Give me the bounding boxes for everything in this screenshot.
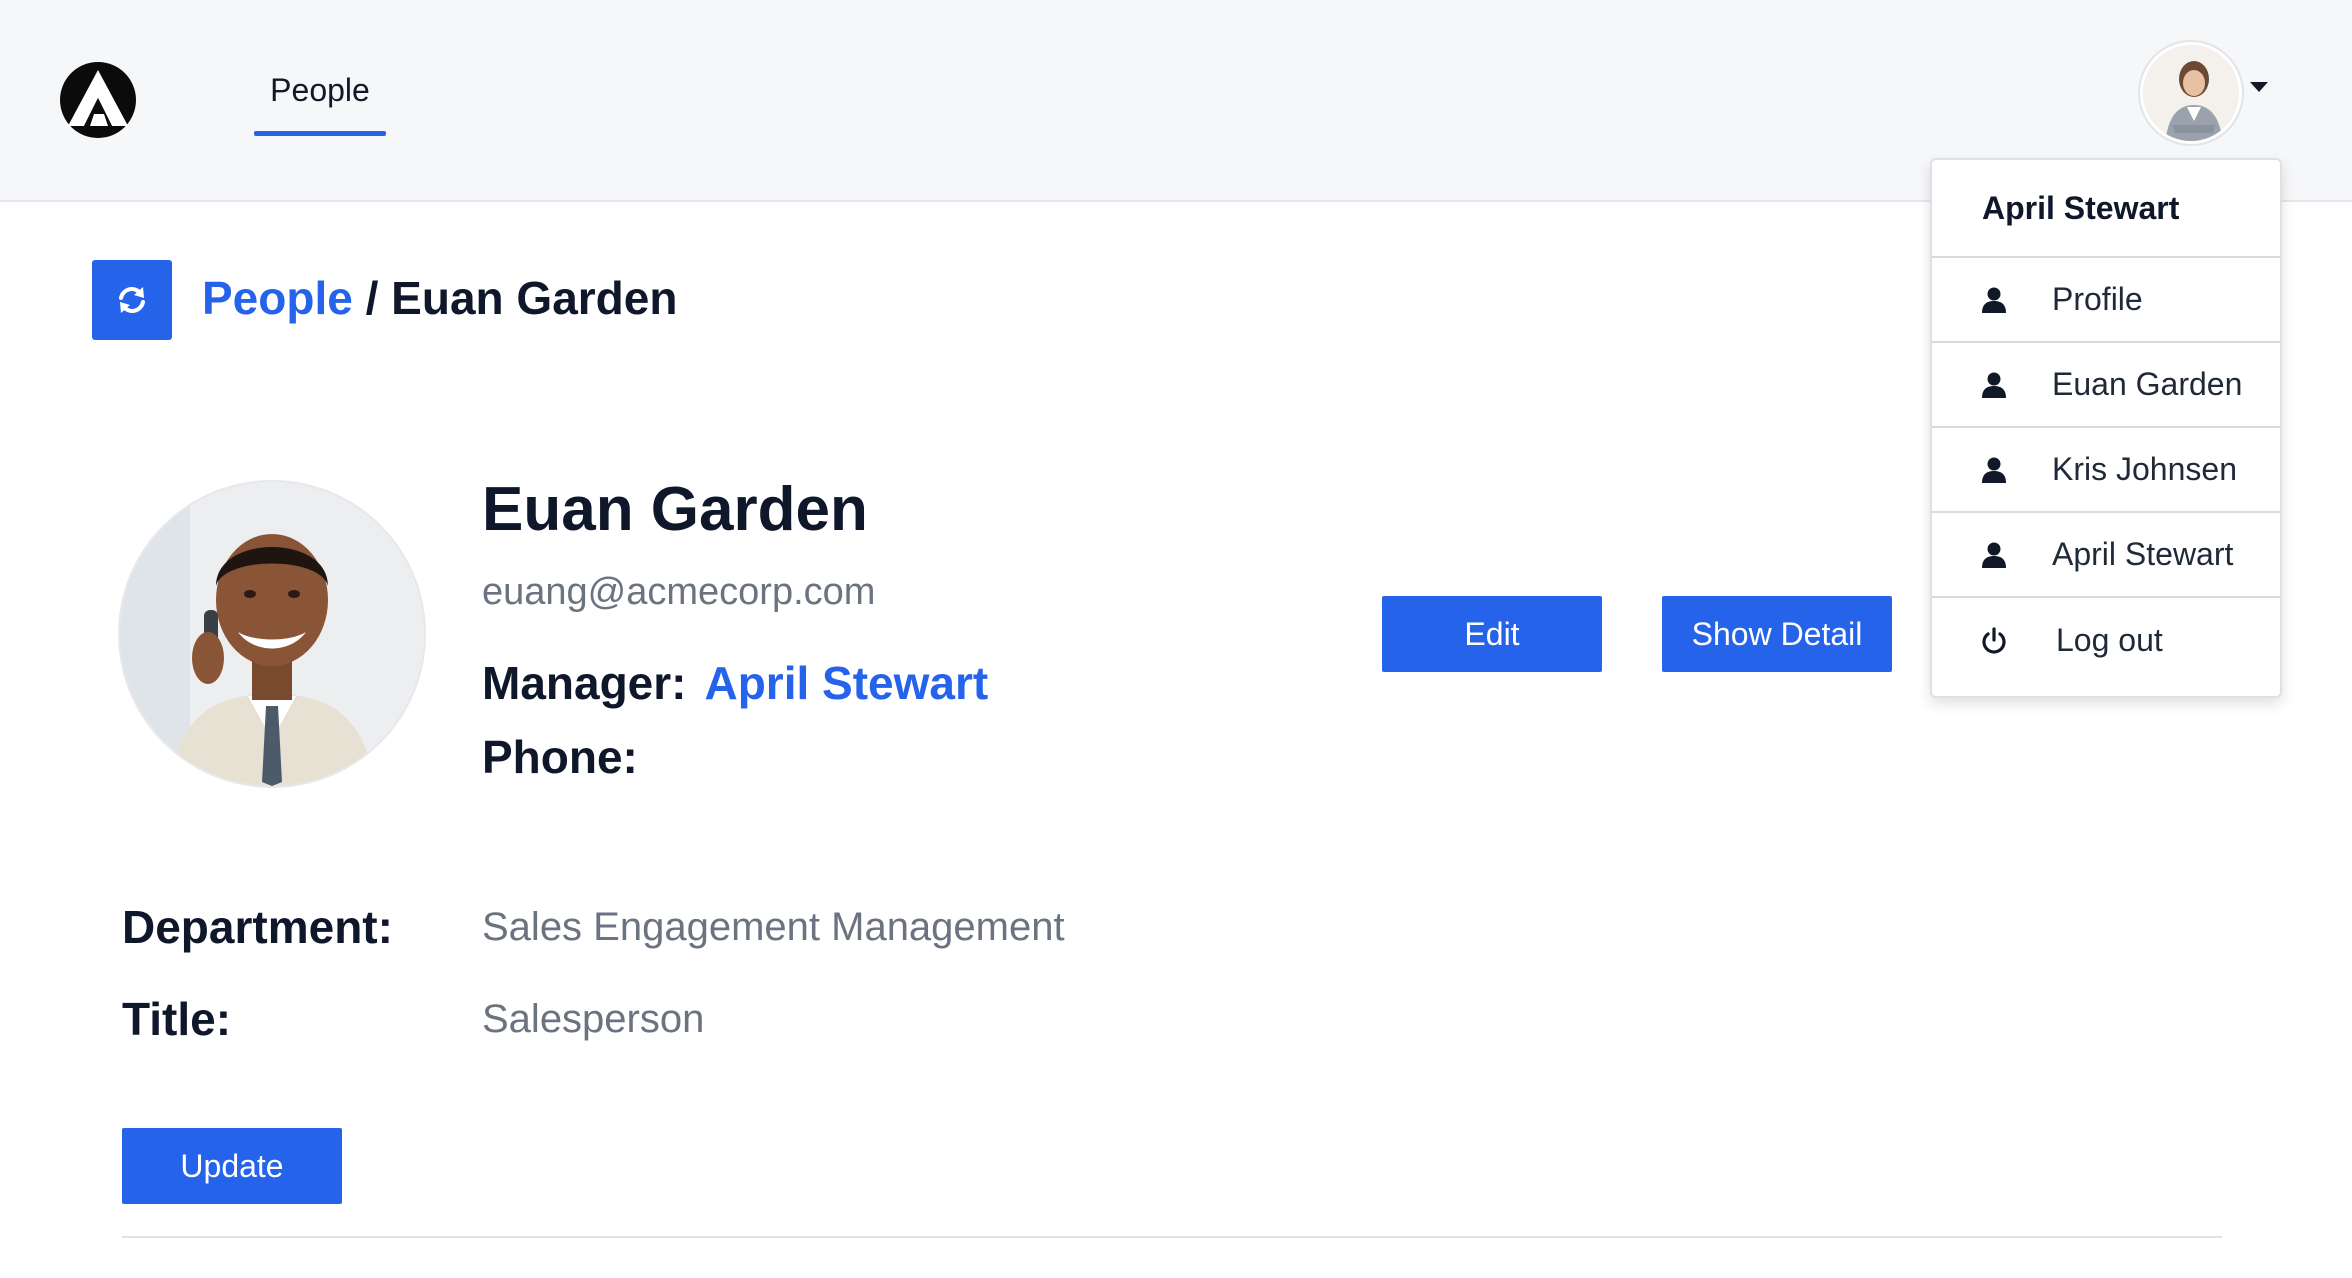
user-icon (1982, 542, 2006, 568)
person-photo-image (120, 482, 424, 786)
active-tab-indicator (254, 131, 386, 136)
menu-item-euan-garden[interactable]: Euan Garden (1932, 343, 2280, 428)
title-label: Title: (122, 993, 232, 1045)
person-email: euang@acmecorp.com (482, 571, 876, 613)
breadcrumb: People / Euan Garden (202, 268, 677, 328)
edit-button[interactable]: Edit (1382, 596, 1602, 672)
menu-item-profile[interactable]: Profile (1932, 258, 2280, 343)
person-photo (120, 482, 424, 786)
dropdown-user-name: April Stewart (1932, 160, 2280, 258)
tab-people[interactable]: People (254, 66, 386, 136)
section-divider (122, 1236, 2222, 1238)
phone-row: Phone: (482, 728, 638, 786)
menu-item-april-stewart[interactable]: April Stewart (1932, 513, 2280, 598)
manager-row: Manager: April Stewart (482, 654, 988, 712)
phone-label: Phone: (482, 731, 638, 783)
user-icon (1982, 287, 2006, 313)
menu-item-log-out[interactable]: Log out (1932, 598, 2280, 683)
menu-item-kris-johnsen[interactable]: Kris Johnsen (1932, 428, 2280, 513)
menu-item-label: April Stewart (2052, 536, 2234, 572)
update-button[interactable]: Update (122, 1128, 342, 1204)
menu-item-label: Euan Garden (2052, 366, 2243, 402)
manager-label: Manager: (482, 657, 687, 709)
breadcrumb-current: Euan Garden (391, 272, 678, 324)
refresh-button[interactable] (92, 260, 172, 340)
user-icon (1982, 457, 2006, 483)
menu-item-label: Profile (2052, 281, 2143, 317)
menu-item-label: Log out (2056, 622, 2163, 658)
power-icon (1982, 626, 2006, 654)
user-avatar-image (2143, 45, 2239, 141)
menu-item-label: Kris Johnsen (2052, 451, 2237, 487)
breadcrumb-link-people[interactable]: People (202, 272, 353, 324)
department-label: Department: (122, 901, 393, 953)
show-detail-button[interactable]: Show Detail (1662, 596, 1892, 672)
company-logo-icon[interactable] (60, 62, 136, 138)
caret-down-icon[interactable] (2250, 82, 2268, 92)
manager-link[interactable]: April Stewart (704, 657, 988, 709)
user-dropdown-menu: April Stewart Profile Euan Garden Kris J… (1930, 158, 2282, 698)
user-icon (1982, 372, 2006, 398)
refresh-icon (119, 287, 145, 313)
user-avatar[interactable] (2140, 42, 2242, 144)
department-value: Sales Engagement Management (482, 905, 1065, 949)
person-name: Euan Garden (482, 475, 868, 544)
breadcrumb-separator: / (352, 272, 392, 324)
tab-people-label: People (270, 72, 370, 108)
title-value: Salesperson (482, 997, 705, 1041)
